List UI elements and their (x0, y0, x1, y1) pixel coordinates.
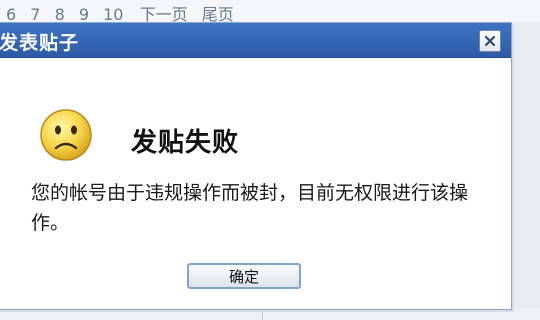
close-icon (484, 35, 496, 47)
dialog-body: 发贴失败 您的帐号由于违规操作而被封，目前无权限进行该操作。 确定 (0, 58, 511, 309)
background-panel (512, 22, 540, 320)
ok-button[interactable]: 确定 (187, 263, 301, 289)
sad-face-icon (40, 109, 92, 161)
dialog-titlebar[interactable]: 发表贴子 (0, 23, 511, 58)
post-failure-dialog: 发表贴子 发贴失败 您的帐号由于违规操作而被封，目前无权限进行该操作。 确定 (0, 22, 512, 310)
pagination-bar: 6 7 8 9 10 下一页 尾页 (0, 0, 540, 24)
dialog-title: 发表贴子 (0, 32, 80, 54)
failure-heading: 发贴失败 (131, 128, 240, 158)
ok-button-label: 确定 (228, 267, 259, 286)
failure-message: 您的帐号由于违规操作而被封，目前无权限进行该操作。 (31, 182, 469, 234)
close-button[interactable] (479, 30, 501, 52)
